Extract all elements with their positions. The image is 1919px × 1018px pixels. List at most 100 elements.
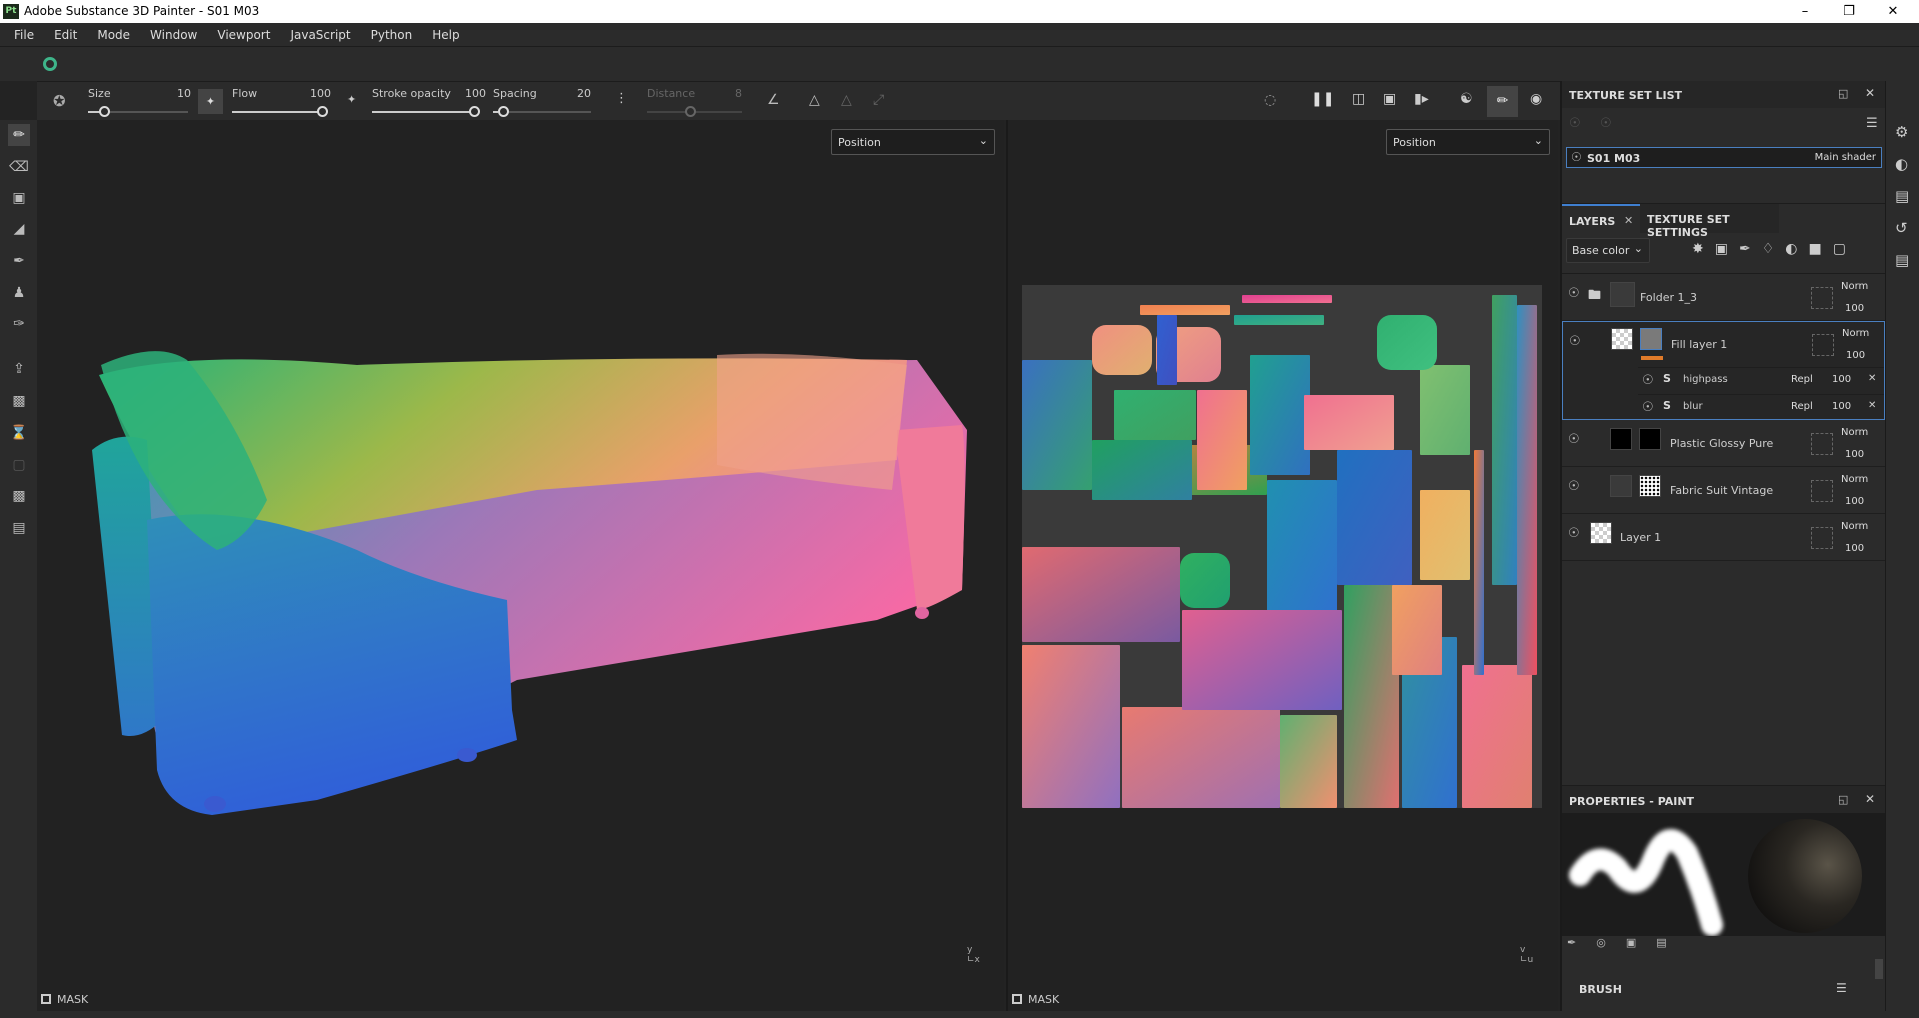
color-picker-icon[interactable]: ✑	[8, 313, 30, 335]
flow-pressure-icon[interactable]: ✦	[198, 89, 223, 114]
effect-row-highpass[interactable]: ☉ S highpass Repl 100 ✕	[1638, 367, 1884, 393]
mask-slot[interactable]	[1811, 527, 1833, 549]
viewport-3d[interactable]: Position ⌄ y ∟x MASK	[37, 120, 1004, 1011]
layer-opacity[interactable]: 100	[1845, 449, 1864, 460]
effect-opacity[interactable]: 100	[1832, 374, 1851, 385]
hide-ui-icon[interactable]: ◌	[1264, 92, 1276, 108]
maximize-button[interactable]: ❐	[1834, 2, 1864, 22]
transform-icon[interactable]: ⤢	[873, 92, 884, 108]
add-paint-layer-icon[interactable]: ✒	[1739, 241, 1751, 257]
eye-icon[interactable]: ☉	[1568, 479, 1580, 494]
paint-mode-icon[interactable]: ✏	[1487, 86, 1518, 117]
eye-icon[interactable]: ☉	[1642, 400, 1654, 415]
shader-name[interactable]: Main shader	[1815, 152, 1876, 163]
screenshot-icon[interactable]: ◉	[1530, 91, 1542, 107]
channel-dropdown[interactable]: Base color ⌄	[1566, 238, 1650, 263]
close-tab-icon[interactable]: ✕	[1624, 214, 1633, 227]
blend-mode[interactable]: Norm	[1841, 427, 1868, 438]
menu-javascript[interactable]: JavaScript	[280, 28, 360, 42]
mask-toggle-2d[interactable]: MASK	[1012, 993, 1059, 1006]
flow-value[interactable]: 100	[310, 87, 331, 100]
camera-icon[interactable]: ▮▸	[1414, 91, 1429, 107]
mask-slot[interactable]	[1811, 287, 1833, 309]
projection-tool-icon[interactable]: ▣	[8, 187, 30, 209]
menu-edit[interactable]: Edit	[44, 28, 87, 42]
layer-name[interactable]: Layer 1	[1620, 531, 1661, 544]
display-mode-icon[interactable]: ▣	[1383, 91, 1396, 107]
channel-select-2d[interactable]: Position ⌄	[1386, 129, 1550, 155]
paint-tool-icon[interactable]: ✏	[8, 124, 30, 146]
history-icon[interactable]: ↺	[1895, 219, 1908, 237]
menu-help[interactable]: Help	[422, 28, 469, 42]
spacing-slider[interactable]	[493, 106, 591, 117]
eye-icon[interactable]: ☉	[1568, 432, 1580, 447]
brush-tab-icon[interactable]: ✒	[1567, 936, 1576, 949]
menu-window[interactable]: Window	[140, 28, 207, 42]
effect-blend[interactable]: Repl	[1791, 401, 1813, 412]
blend-mode[interactable]: Norm	[1841, 281, 1868, 292]
mask-slot[interactable]	[1811, 433, 1833, 455]
smudge-tool-icon[interactable]: ✒	[8, 250, 30, 272]
eye-icon[interactable]: ☉	[1569, 334, 1581, 349]
undock-icon[interactable]: ◱	[1838, 793, 1848, 806]
symmetry-icon[interactable]: △	[809, 92, 820, 108]
mask-slot[interactable]	[1812, 334, 1834, 356]
effect-opacity[interactable]: 100	[1832, 401, 1851, 412]
add-smart-mask-icon[interactable]: ◐	[1785, 241, 1797, 257]
flow-slider[interactable]	[232, 106, 328, 117]
tab-layers[interactable]: LAYERS ✕	[1562, 204, 1640, 233]
size-slider[interactable]	[88, 106, 188, 117]
alpha-tab-icon[interactable]: ◎	[1596, 936, 1606, 949]
display-settings-icon[interactable]: ◐	[1895, 155, 1908, 173]
bake-icon[interactable]: ☯	[1460, 91, 1473, 107]
layer-row-fabric-suit-vintage[interactable]: ☉ Fabric Suit Vintage Norm 100	[1562, 467, 1887, 514]
blend-mode[interactable]: Norm	[1842, 328, 1869, 339]
close-button[interactable]: ✕	[1878, 2, 1908, 22]
layer-opacity[interactable]: 100	[1846, 350, 1865, 361]
spacing-value[interactable]: 20	[577, 87, 591, 100]
remove-effect-icon[interactable]: ✕	[1868, 400, 1876, 411]
layer-name[interactable]: Fill layer 1	[1671, 338, 1727, 351]
add-folder-icon[interactable]: ■	[1808, 241, 1821, 257]
opacity-pressure-icon[interactable]: ✦	[347, 93, 356, 106]
brush-shape-icon[interactable]: ✪	[53, 92, 66, 110]
effect-row-blur[interactable]: ☉ S blur Repl 100 ✕	[1638, 394, 1884, 420]
material-tab-icon[interactable]: ▤	[1656, 936, 1666, 949]
layer-opacity[interactable]: 100	[1845, 496, 1864, 507]
size-value[interactable]: 10	[177, 87, 191, 100]
pause-icon[interactable]: ❚❚	[1311, 91, 1334, 107]
eraser-tool-icon[interactable]: ⌫	[8, 156, 30, 178]
angle-icon[interactable]: ∠	[767, 92, 780, 108]
minimize-button[interactable]: –	[1790, 2, 1820, 22]
stroke-opacity-slider[interactable]	[372, 106, 480, 117]
eye-icon[interactable]: ☉	[1571, 150, 1582, 164]
mask-slot[interactable]	[1811, 480, 1833, 502]
visibility-icon[interactable]: ☉	[1569, 116, 1581, 131]
measure-icon[interactable]: ⌛	[8, 422, 30, 444]
layer-opacity[interactable]: 100	[1845, 303, 1864, 314]
blend-mode[interactable]: Norm	[1841, 474, 1868, 485]
menu-icon[interactable]: ☰	[1866, 116, 1878, 131]
menu-viewport[interactable]: Viewport	[207, 28, 280, 42]
lazy-mouse-icon[interactable]: ⋮	[615, 91, 628, 106]
undock-icon[interactable]: ◱	[1838, 87, 1848, 100]
mask-checkbox[interactable]	[1012, 994, 1022, 1004]
add-fill-layer-icon[interactable]: ♢	[1762, 241, 1775, 257]
isolate-icon[interactable]: ☉	[1600, 116, 1612, 131]
layer-opacity[interactable]: 100	[1845, 543, 1864, 554]
add-mask-icon[interactable]: ▣	[1715, 241, 1728, 257]
menu-python[interactable]: Python	[361, 28, 423, 42]
plugin-icon[interactable]	[43, 57, 57, 71]
eye-icon[interactable]: ☉	[1642, 373, 1654, 388]
eye-icon[interactable]: ☉	[1568, 286, 1580, 301]
layer-row-folder[interactable]: ☉ 🖿 Folder 1_3 Norm 100	[1562, 274, 1887, 321]
assets-icon[interactable]: ▤	[1895, 187, 1909, 205]
layer-name[interactable]: Plastic Glossy Pure	[1670, 437, 1773, 450]
log-icon[interactable]: ▤	[1895, 251, 1909, 269]
clone-tool-icon[interactable]: ♟	[8, 282, 30, 304]
layer-name[interactable]: Folder 1_3	[1640, 291, 1697, 304]
delete-layer-icon[interactable]: ▢	[1833, 241, 1846, 257]
shelf-icon[interactable]: ⚙	[1895, 123, 1908, 141]
transform-tool-icon[interactable]: ▢	[8, 454, 30, 476]
properties-scrollbar[interactable]	[1875, 959, 1883, 979]
